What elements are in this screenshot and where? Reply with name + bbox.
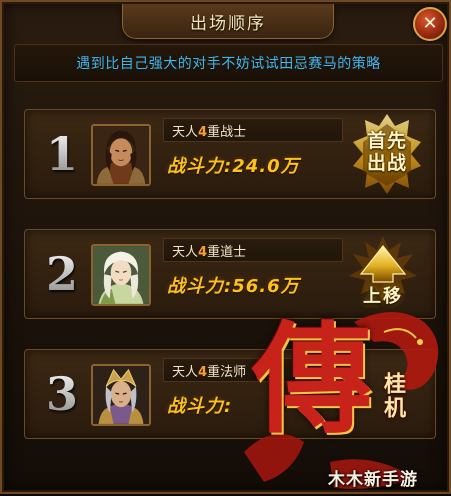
combat-power: 战斗力:56.6万 <box>167 276 300 297</box>
strategy-hint-text: 遇到比自己强大的对手不妨试试田忌赛马的策略 <box>76 56 381 72</box>
rank-number: 3 <box>39 364 85 424</box>
mage-portrait-icon <box>93 366 149 424</box>
battle-order-dialog: 出场顺序 ✕ 遇到比自己强大的对手不妨试试田忌赛马的策略 1 天人4重战士 战斗… <box>0 0 451 494</box>
rank-number: 1 <box>39 124 85 184</box>
hero-name-box: 天人4重道士 <box>163 238 343 262</box>
combat-power: 战斗力:24.0万 <box>167 156 300 177</box>
combat-power: 战斗力: <box>167 396 233 417</box>
move-up-label: 上移 <box>363 286 403 307</box>
hero-name: 天人4重道士 <box>172 244 247 260</box>
close-button[interactable]: ✕ <box>413 7 447 41</box>
strategy-hint-bar: 遇到比自己强大的对手不妨试试田忌赛马的策略 <box>14 44 443 82</box>
hero-name-box: 天人4重法师 <box>163 358 343 382</box>
taoist-portrait-icon <box>93 246 149 304</box>
warrior-portrait-icon <box>93 126 149 184</box>
taoist-avatar[interactable] <box>91 244 151 306</box>
dialog-title-bar: 出场顺序 <box>122 4 334 39</box>
first-out-label: 首先 出战 <box>366 130 407 174</box>
hero-name: 天人4重战士 <box>172 124 247 140</box>
site-watermark: 木木新手游 <box>328 470 418 490</box>
order-slot-1: 1 天人4重战士 战斗力:24.0万 首先 出战 <box>24 109 436 199</box>
move-up-button[interactable]: 上移 <box>345 232 421 316</box>
hero-name: 天人4重法师 <box>172 364 247 380</box>
dialog-title: 出场顺序 <box>190 13 266 34</box>
rank-number: 2 <box>39 244 85 304</box>
first-out-button[interactable]: 首先 出战 <box>349 112 425 196</box>
mage-avatar[interactable] <box>91 364 151 426</box>
hero-name-box: 天人4重战士 <box>163 118 343 142</box>
order-slot-2: 2 天人4重道士 战斗力:56.6万 上移 <box>24 229 436 319</box>
close-icon: ✕ <box>422 13 438 34</box>
warrior-avatar[interactable] <box>91 124 151 186</box>
order-slot-3: 3 天人4重法师 战斗力: <box>24 349 436 439</box>
